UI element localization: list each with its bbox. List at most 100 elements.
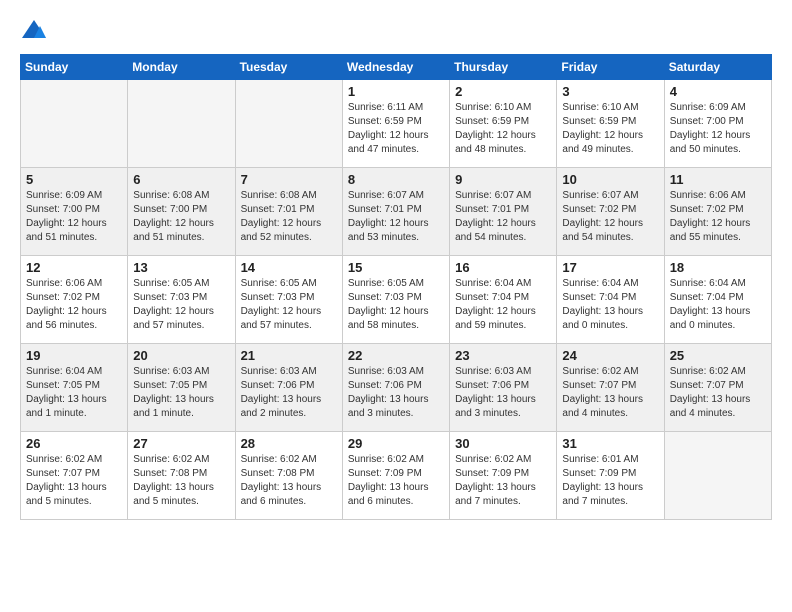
calendar-cell: 18 Sunrise: 6:04 AMSunset: 7:04 PMDayligh…	[664, 256, 771, 344]
calendar-cell: 30 Sunrise: 6:02 AMSunset: 7:09 PMDayligh…	[450, 432, 557, 520]
day-number: 30	[455, 436, 551, 451]
day-info: Sunrise: 6:04 AMSunset: 7:04 PMDaylight:…	[455, 277, 551, 333]
day-number: 27	[133, 436, 229, 451]
calendar-cell: 5 Sunrise: 6:09 AMSunset: 7:00 PMDaylight…	[21, 168, 128, 256]
day-info: Sunrise: 6:04 AMSunset: 7:05 PMDaylight:…	[26, 365, 122, 421]
calendar-header-row: SundayMondayTuesdayWednesdayThursdayFrid…	[21, 55, 772, 80]
day-number: 20	[133, 348, 229, 363]
day-info: Sunrise: 6:04 AMSunset: 7:04 PMDaylight:…	[670, 277, 766, 333]
logo	[20, 16, 52, 44]
day-info: Sunrise: 6:02 AMSunset: 7:08 PMDaylight:…	[241, 453, 337, 509]
day-number: 25	[670, 348, 766, 363]
calendar-cell: 1 Sunrise: 6:11 AMSunset: 6:59 PMDaylight…	[342, 80, 449, 168]
calendar-cell: 31 Sunrise: 6:01 AMSunset: 7:09 PMDayligh…	[557, 432, 664, 520]
calendar-week-row: 19 Sunrise: 6:04 AMSunset: 7:05 PMDayligh…	[21, 344, 772, 432]
day-number: 5	[26, 172, 122, 187]
calendar-cell	[128, 80, 235, 168]
calendar-cell: 6 Sunrise: 6:08 AMSunset: 7:00 PMDaylight…	[128, 168, 235, 256]
day-number: 9	[455, 172, 551, 187]
day-info: Sunrise: 6:05 AMSunset: 7:03 PMDaylight:…	[241, 277, 337, 333]
day-info: Sunrise: 6:02 AMSunset: 7:09 PMDaylight:…	[348, 453, 444, 509]
page: SundayMondayTuesdayWednesdayThursdayFrid…	[0, 0, 792, 536]
day-number: 7	[241, 172, 337, 187]
day-info: Sunrise: 6:07 AMSunset: 7:01 PMDaylight:…	[455, 189, 551, 245]
calendar-cell: 27 Sunrise: 6:02 AMSunset: 7:08 PMDayligh…	[128, 432, 235, 520]
day-info: Sunrise: 6:04 AMSunset: 7:04 PMDaylight:…	[562, 277, 658, 333]
day-info: Sunrise: 6:05 AMSunset: 7:03 PMDaylight:…	[133, 277, 229, 333]
calendar-cell: 24 Sunrise: 6:02 AMSunset: 7:07 PMDayligh…	[557, 344, 664, 432]
calendar-cell: 11 Sunrise: 6:06 AMSunset: 7:02 PMDayligh…	[664, 168, 771, 256]
day-number: 8	[348, 172, 444, 187]
day-number: 16	[455, 260, 551, 275]
calendar-week-row: 5 Sunrise: 6:09 AMSunset: 7:00 PMDaylight…	[21, 168, 772, 256]
calendar-cell: 25 Sunrise: 6:02 AMSunset: 7:07 PMDayligh…	[664, 344, 771, 432]
day-number: 31	[562, 436, 658, 451]
day-info: Sunrise: 6:02 AMSunset: 7:07 PMDaylight:…	[670, 365, 766, 421]
calendar-cell	[21, 80, 128, 168]
calendar-cell: 15 Sunrise: 6:05 AMSunset: 7:03 PMDayligh…	[342, 256, 449, 344]
calendar-week-row: 12 Sunrise: 6:06 AMSunset: 7:02 PMDayligh…	[21, 256, 772, 344]
calendar-cell	[664, 432, 771, 520]
day-info: Sunrise: 6:06 AMSunset: 7:02 PMDaylight:…	[670, 189, 766, 245]
calendar-cell: 28 Sunrise: 6:02 AMSunset: 7:08 PMDayligh…	[235, 432, 342, 520]
day-number: 3	[562, 84, 658, 99]
calendar-cell: 7 Sunrise: 6:08 AMSunset: 7:01 PMDaylight…	[235, 168, 342, 256]
calendar-cell: 3 Sunrise: 6:10 AMSunset: 6:59 PMDaylight…	[557, 80, 664, 168]
day-info: Sunrise: 6:03 AMSunset: 7:05 PMDaylight:…	[133, 365, 229, 421]
day-info: Sunrise: 6:02 AMSunset: 7:08 PMDaylight:…	[133, 453, 229, 509]
calendar-cell: 8Sunrise: 6:07 AMSunset: 7:01 PMDaylight…	[342, 168, 449, 256]
day-info: Sunrise: 6:03 AMSunset: 7:06 PMDaylight:…	[455, 365, 551, 421]
calendar-day-header: Saturday	[664, 55, 771, 80]
day-info: Sunrise: 6:06 AMSunset: 7:02 PMDaylight:…	[26, 277, 122, 333]
day-info: Sunrise: 6:08 AMSunset: 7:01 PMDaylight:…	[241, 189, 337, 245]
day-number: 21	[241, 348, 337, 363]
calendar-cell: 14 Sunrise: 6:05 AMSunset: 7:03 PMDayligh…	[235, 256, 342, 344]
calendar-cell: 9 Sunrise: 6:07 AMSunset: 7:01 PMDaylight…	[450, 168, 557, 256]
calendar-table: SundayMondayTuesdayWednesdayThursdayFrid…	[20, 54, 772, 520]
day-info: Sunrise: 6:09 AMSunset: 7:00 PMDaylight:…	[26, 189, 122, 245]
day-info: Sunrise: 6:07 AMSunset: 7:02 PMDaylight:…	[562, 189, 658, 245]
calendar-cell: 16 Sunrise: 6:04 AMSunset: 7:04 PMDayligh…	[450, 256, 557, 344]
day-info: Sunrise: 6:01 AMSunset: 7:09 PMDaylight:…	[562, 453, 658, 509]
calendar-cell: 13Sunrise: 6:05 AMSunset: 7:03 PMDayligh…	[128, 256, 235, 344]
day-number: 12	[26, 260, 122, 275]
day-number: 24	[562, 348, 658, 363]
header	[20, 16, 772, 44]
calendar-day-header: Thursday	[450, 55, 557, 80]
day-info: Sunrise: 6:11 AMSunset: 6:59 PMDaylight:…	[348, 101, 444, 157]
day-number: 1	[348, 84, 444, 99]
day-number: 19	[26, 348, 122, 363]
calendar-week-row: 26 Sunrise: 6:02 AMSunset: 7:07 PMDayligh…	[21, 432, 772, 520]
day-number: 4	[670, 84, 766, 99]
calendar-cell: 19 Sunrise: 6:04 AMSunset: 7:05 PMDayligh…	[21, 344, 128, 432]
day-number: 2	[455, 84, 551, 99]
day-info: Sunrise: 6:02 AMSunset: 7:09 PMDaylight:…	[455, 453, 551, 509]
calendar-week-row: 1 Sunrise: 6:11 AMSunset: 6:59 PMDaylight…	[21, 80, 772, 168]
day-info: Sunrise: 6:02 AMSunset: 7:07 PMDaylight:…	[26, 453, 122, 509]
calendar-cell: 29Sunrise: 6:02 AMSunset: 7:09 PMDayligh…	[342, 432, 449, 520]
calendar-cell: 17 Sunrise: 6:04 AMSunset: 7:04 PMDayligh…	[557, 256, 664, 344]
calendar-cell: 10Sunrise: 6:07 AMSunset: 7:02 PMDayligh…	[557, 168, 664, 256]
day-number: 6	[133, 172, 229, 187]
calendar-cell: 4 Sunrise: 6:09 AMSunset: 7:00 PMDaylight…	[664, 80, 771, 168]
day-number: 14	[241, 260, 337, 275]
day-info: Sunrise: 6:02 AMSunset: 7:07 PMDaylight:…	[562, 365, 658, 421]
day-number: 11	[670, 172, 766, 187]
day-info: Sunrise: 6:03 AMSunset: 7:06 PMDaylight:…	[241, 365, 337, 421]
day-number: 23	[455, 348, 551, 363]
day-info: Sunrise: 6:09 AMSunset: 7:00 PMDaylight:…	[670, 101, 766, 157]
day-number: 26	[26, 436, 122, 451]
day-number: 18	[670, 260, 766, 275]
day-number: 17	[562, 260, 658, 275]
logo-icon	[20, 16, 48, 44]
day-number: 28	[241, 436, 337, 451]
day-number: 15	[348, 260, 444, 275]
calendar-cell: 22Sunrise: 6:03 AMSunset: 7:06 PMDayligh…	[342, 344, 449, 432]
day-info: Sunrise: 6:10 AMSunset: 6:59 PMDaylight:…	[562, 101, 658, 157]
day-info: Sunrise: 6:05 AMSunset: 7:03 PMDaylight:…	[348, 277, 444, 333]
day-info: Sunrise: 6:10 AMSunset: 6:59 PMDaylight:…	[455, 101, 551, 157]
day-info: Sunrise: 6:08 AMSunset: 7:00 PMDaylight:…	[133, 189, 229, 245]
day-number: 22	[348, 348, 444, 363]
calendar-cell: 12 Sunrise: 6:06 AMSunset: 7:02 PMDayligh…	[21, 256, 128, 344]
calendar-day-header: Friday	[557, 55, 664, 80]
